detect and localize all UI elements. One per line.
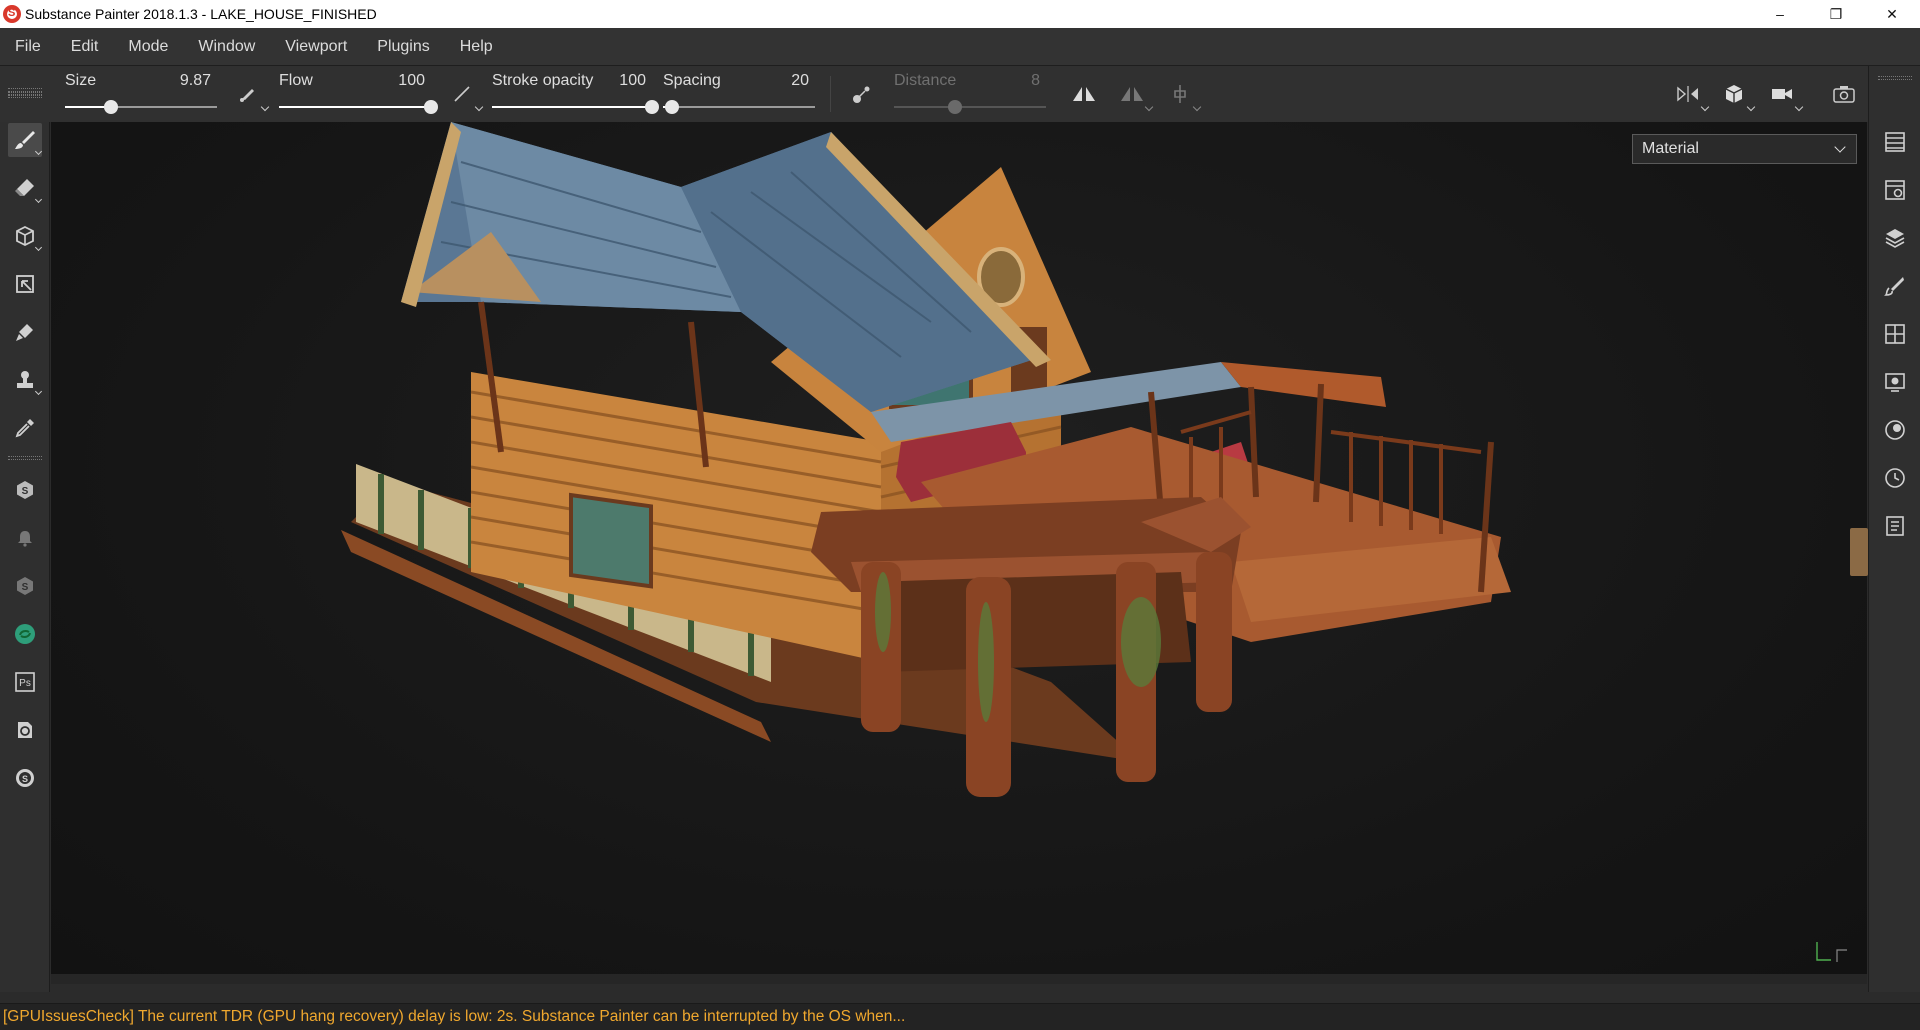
minimize-button[interactable]: – (1752, 0, 1808, 28)
tool-properties-bar: Size 9.87 Flow 100 Stroke opacity 100 Sp… (0, 66, 1920, 122)
distance-slider: Distance 8 (894, 66, 1046, 122)
menu-window[interactable]: Window (183, 28, 270, 66)
layers-list-icon[interactable] (1879, 126, 1911, 158)
svg-text:S: S (22, 774, 28, 784)
left-toolbar: S S Ps S (0, 92, 50, 992)
flow-fill (279, 106, 431, 108)
live-link-icon[interactable] (8, 617, 42, 651)
distance-value: 8 (1031, 72, 1040, 89)
menu-bar: File Edit Mode Window Viewport Plugins H… (0, 28, 1920, 66)
size-value[interactable]: 9.87 (180, 72, 211, 90)
distance-label: Distance (894, 72, 957, 89)
symmetry-icon[interactable] (1070, 80, 1098, 108)
color-picker-icon[interactable] (8, 411, 42, 445)
projection-icon[interactable] (8, 219, 43, 253)
photoshop-export-icon[interactable]: Ps (8, 665, 42, 699)
flow-knob[interactable] (424, 100, 438, 114)
uv-grid-icon[interactable] (1879, 318, 1911, 350)
bottom-spacer (0, 992, 1920, 1003)
substance-source-icon[interactable]: S (8, 569, 42, 603)
distance-knob (947, 100, 962, 114)
display-settings-icon[interactable] (1879, 366, 1911, 398)
size-slider[interactable]: Size 9.87 (65, 66, 217, 122)
svg-text:S: S (22, 486, 29, 497)
spacing-label: Spacing (663, 72, 721, 89)
size-label: Size (65, 72, 97, 89)
right-grip[interactable] (1878, 76, 1912, 80)
distance-track (894, 106, 1046, 108)
spacing-knob[interactable] (665, 100, 680, 114)
menu-help[interactable]: Help (445, 28, 508, 66)
menu-viewport[interactable]: Viewport (270, 28, 362, 66)
camera-video-icon[interactable] (1768, 80, 1804, 112)
substance-painter-logo-icon (3, 5, 21, 23)
chevron-down-icon (1834, 141, 1846, 153)
viewport-scrollbar[interactable] (51, 974, 1867, 984)
flow-label: Flow (279, 72, 313, 89)
screenshot-camera-icon[interactable] (1830, 80, 1858, 108)
mirror-symmetry-icon[interactable] (1118, 80, 1154, 112)
window-title: Substance Painter 2018.1.3 - LAKE_HOUSE_… (25, 6, 377, 22)
left-separator-grip (8, 456, 42, 460)
smudge-icon[interactable] (8, 315, 42, 349)
lake-house-model (341, 122, 1511, 797)
symmetry-axis-icon[interactable] (1166, 80, 1202, 112)
spacing-slider[interactable]: Spacing 20 (663, 66, 815, 122)
flow-curve-icon[interactable] (448, 80, 484, 112)
menu-file[interactable]: File (0, 28, 56, 66)
3d-viewport[interactable]: Material (51, 122, 1867, 984)
paint-brush-icon[interactable] (8, 123, 43, 157)
stroke-opacity-knob[interactable] (645, 100, 659, 114)
history-icon[interactable] (1879, 462, 1911, 494)
stroke-opacity-label: Stroke opacity (492, 72, 594, 89)
left-grip[interactable] (8, 92, 42, 96)
spacing-track[interactable] (663, 106, 815, 108)
brush-properties-icon[interactable] (1879, 270, 1911, 302)
viewport-mode-value: Material (1642, 140, 1699, 157)
status-message[interactable]: [GPUIssuesCheck] The current TDR (GPU ha… (3, 1008, 905, 1026)
close-button[interactable]: ✕ (1864, 0, 1920, 28)
toolbar-divider (830, 76, 831, 112)
menu-plugins[interactable]: Plugins (362, 28, 444, 66)
restore-button[interactable]: ❐ (1808, 0, 1864, 28)
stroke-opacity-slider[interactable]: Stroke opacity 100 (492, 66, 659, 122)
title-bar: Substance Painter 2018.1.3 - LAKE_HOUSE_… (0, 0, 1920, 28)
status-bar: [GPUIssuesCheck] The current TDR (GPU ha… (0, 1003, 1920, 1030)
eraser-icon[interactable] (8, 171, 43, 205)
substance-share-icon[interactable]: S (8, 473, 42, 507)
menu-edit[interactable]: Edit (56, 28, 114, 66)
texture-set-settings-icon[interactable] (1879, 174, 1911, 206)
size-knob[interactable] (103, 100, 118, 114)
3d-view-cube-icon[interactable] (1720, 80, 1756, 112)
right-dock (1868, 66, 1920, 992)
bake-refresh-icon[interactable] (8, 713, 42, 747)
viewport-mode-dropdown[interactable]: Material (1632, 134, 1857, 164)
flow-slider[interactable]: Flow 100 (279, 66, 438, 122)
svg-text:S: S (22, 582, 29, 593)
iray-icon[interactable]: S (8, 761, 42, 795)
polygon-fill-icon[interactable] (8, 267, 42, 301)
svg-text:Ps: Ps (19, 678, 31, 689)
notification-bell-icon[interactable] (8, 521, 42, 555)
axis-gizmo-icon (1811, 940, 1851, 966)
flow-value[interactable]: 100 (398, 72, 425, 90)
menu-mode[interactable]: Mode (113, 28, 183, 66)
log-icon[interactable] (1879, 510, 1911, 542)
spacing-value[interactable]: 20 (791, 72, 809, 90)
window-controls: – ❐ ✕ (1752, 0, 1920, 28)
split-view-icon[interactable] (1674, 80, 1710, 112)
stroke-opacity-fill (492, 106, 652, 108)
stack-icon[interactable] (1879, 222, 1911, 254)
shelf-collapse-handle[interactable] (1850, 528, 1868, 576)
clone-stamp-icon[interactable] (8, 363, 43, 397)
viewer-settings-icon[interactable] (1879, 414, 1911, 446)
size-space-icon[interactable] (234, 80, 270, 112)
stroke-opacity-value[interactable]: 100 (619, 72, 646, 90)
lazy-mouse-icon[interactable] (848, 80, 876, 108)
